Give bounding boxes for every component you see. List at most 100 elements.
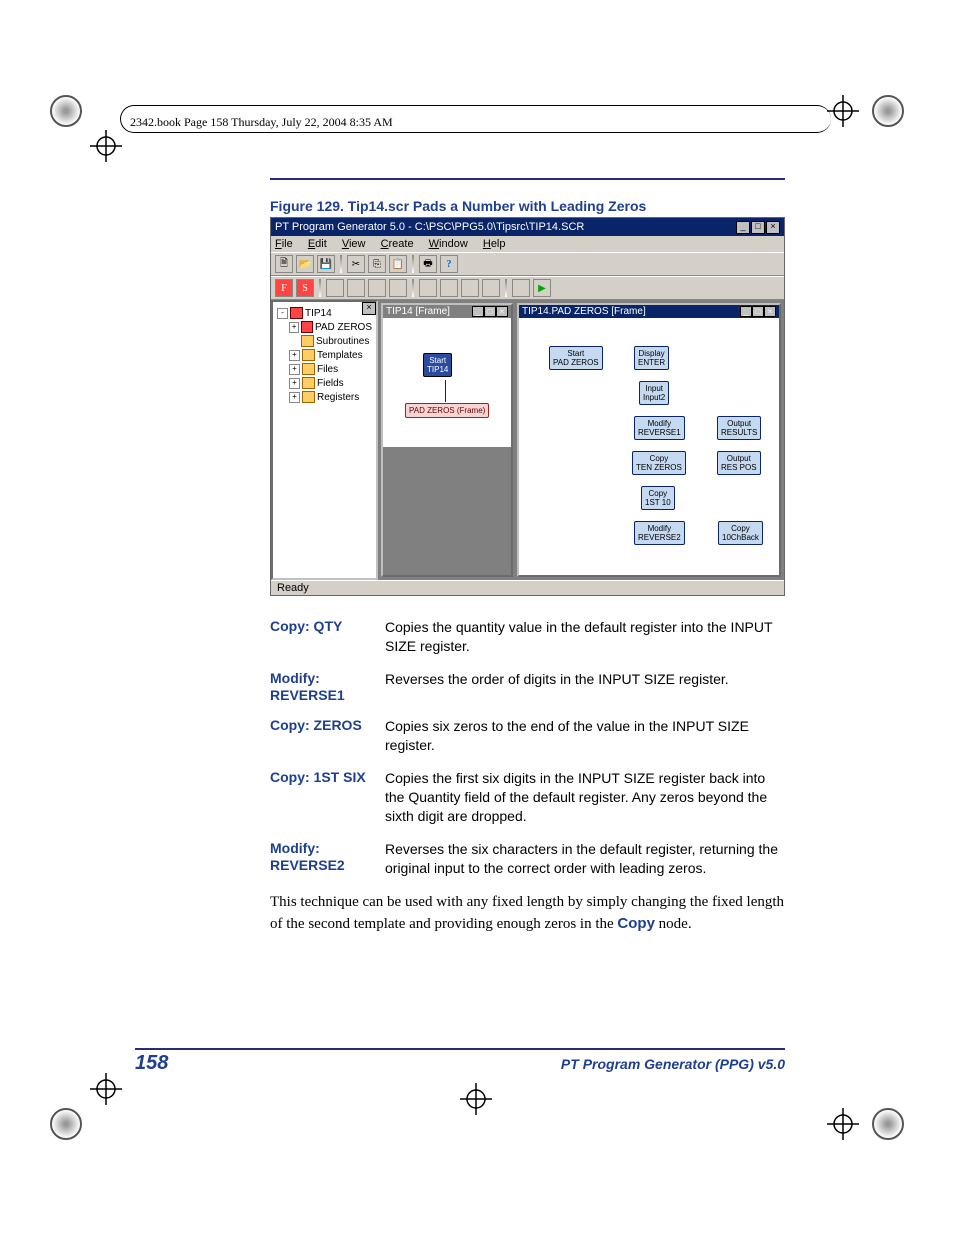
main-content-area: Figure 129. Tip14.scr Pads a Number with…	[270, 178, 785, 936]
toolbar-f-icon[interactable]: F	[275, 279, 293, 297]
expand-icon[interactable]: +	[289, 378, 300, 389]
toolbar-2[interactable]: F S ▶	[271, 276, 784, 300]
toolbar-new-icon[interactable]: 🗎	[275, 255, 293, 273]
tree-root: - TIP14	[277, 306, 372, 320]
definition-row: Modify: REVERSE1 Reverses the order of d…	[270, 670, 785, 704]
tree-item-label[interactable]: Subroutines	[316, 336, 369, 347]
app-titlebar[interactable]: PT Program Generator 5.0 - C:\PSC\PPG5.0…	[271, 218, 784, 236]
toolbar-btn-icon[interactable]	[326, 279, 344, 297]
flow-node-modify-reverse1[interactable]: ModifyREVERSE1	[634, 416, 685, 440]
folder-icon	[301, 335, 314, 347]
child-window-1-body[interactable]: StartTIP14 PAD ZEROS (Frame)	[383, 318, 511, 447]
menu-create[interactable]: Create	[381, 238, 414, 250]
flow-node-copy-1st10[interactable]: Copy1ST 10	[641, 486, 675, 510]
minimize-icon[interactable]: _	[740, 306, 752, 317]
panel-close-icon[interactable]: ×	[362, 302, 376, 315]
expand-icon[interactable]: +	[289, 322, 299, 333]
registration-mark-icon	[90, 130, 122, 162]
frame-icon	[301, 321, 313, 333]
toolbar-btn-icon[interactable]	[512, 279, 530, 297]
expand-icon[interactable]: -	[277, 308, 288, 319]
close-icon[interactable]: ×	[764, 306, 776, 317]
printers-mark-decoration	[872, 95, 904, 127]
menu-window[interactable]: Window	[429, 238, 468, 250]
window-controls[interactable]: _□×	[740, 306, 776, 317]
tree-item-label[interactable]: Templates	[317, 350, 363, 361]
child-window-1[interactable]: TIP14 [Frame] _□× StartTIP14 PAD ZEROS (F…	[381, 303, 513, 577]
definition-row: Copy: ZEROS Copies six zeros to the end …	[270, 717, 785, 755]
flow-node-start[interactable]: StartTIP14	[423, 353, 452, 377]
registration-mark-icon	[90, 1073, 122, 1105]
window-controls[interactable]: _□×	[472, 306, 508, 317]
expand-icon[interactable]: +	[289, 392, 300, 403]
toolbar-separator	[340, 255, 342, 273]
body-text-post: node.	[655, 916, 692, 932]
menu-help[interactable]: Help	[483, 238, 506, 250]
child-window-2-title: TIP14.PAD ZEROS [Frame] _□×	[519, 305, 779, 318]
window-controls[interactable]: _□×	[735, 220, 780, 234]
flow-node-display-enter[interactable]: DisplayENTER	[634, 346, 669, 370]
flow-node-output-respos[interactable]: OutputRES POS	[717, 451, 761, 475]
flow-connector	[445, 380, 446, 402]
expand-icon[interactable]: +	[289, 364, 300, 375]
toolbar-cut-icon[interactable]: ✂	[347, 255, 365, 273]
menu-view[interactable]: View	[342, 238, 366, 250]
maximize-icon[interactable]: □	[751, 221, 765, 234]
tree-item: + PAD ZEROS	[277, 320, 372, 334]
toolbar-separator	[319, 279, 321, 297]
toolbar-btn-icon[interactable]	[440, 279, 458, 297]
minimize-icon[interactable]: _	[736, 221, 750, 234]
toolbar-btn-icon[interactable]	[419, 279, 437, 297]
tree-item-label[interactable]: PAD ZEROS	[315, 322, 372, 333]
close-icon[interactable]: ×	[766, 221, 780, 234]
definition-text: Copies six zeros to the end of the value…	[385, 717, 785, 755]
toolbar-btn-icon[interactable]	[482, 279, 500, 297]
tree-root-label[interactable]: TIP14	[305, 308, 332, 319]
child-window-1-title-text: TIP14 [Frame]	[386, 306, 450, 317]
page-footer: 158 PT Program Generator (PPG) v5.0	[135, 1048, 785, 1075]
definition-text: Copies the quantity value in the default…	[385, 618, 785, 656]
flow-node-copy-10chback[interactable]: Copy10ChBack	[718, 521, 763, 545]
definition-term: Modify: REVERSE1	[270, 670, 385, 704]
toolbar-s-icon[interactable]: S	[296, 279, 314, 297]
flow-node-start-padzeros[interactable]: StartPAD ZEROS	[549, 346, 603, 370]
tree-panel[interactable]: × - TIP14 + PAD ZEROS Subroutines + Templat…	[271, 300, 378, 580]
menu-bar[interactable]: File Edit View Create Window Help	[271, 236, 784, 252]
minimize-icon[interactable]: _	[472, 306, 484, 317]
toolbar-paste-icon[interactable]: 📋	[389, 255, 407, 273]
flow-node-copy-tenzeros[interactable]: CopyTEN ZEROS	[632, 451, 686, 475]
flow-node-modify-reverse2[interactable]: ModifyREVERSE2	[634, 521, 685, 545]
status-text: Ready	[277, 582, 309, 594]
toolbar-print-icon[interactable]: 🖶	[419, 255, 437, 273]
menu-file[interactable]: File	[275, 238, 293, 250]
toolbar-btn-icon[interactable]	[389, 279, 407, 297]
flow-node-padzeros-frame[interactable]: PAD ZEROS (Frame)	[405, 403, 489, 418]
toolbar-open-icon[interactable]: 📂	[296, 255, 314, 273]
tree-item-label[interactable]: Fields	[317, 378, 344, 389]
flow-node-input[interactable]: InputInput2	[639, 381, 669, 405]
child-window-2-body[interactable]: StartPAD ZEROS DisplayENTER InputInput2 …	[519, 318, 779, 575]
maximize-icon[interactable]: □	[752, 306, 764, 317]
toolbar-copy-icon[interactable]: ⎘	[368, 255, 386, 273]
toolbar-help-icon[interactable]: ?	[440, 255, 458, 273]
flow-node-output-results[interactable]: OutputRESULTS	[717, 416, 761, 440]
frame-icon	[290, 307, 303, 319]
toolbar-btn-icon[interactable]	[368, 279, 386, 297]
workspace: × - TIP14 + PAD ZEROS Subroutines + Templat…	[271, 300, 784, 580]
tree-item: + Registers	[277, 390, 372, 404]
definition-list: Copy: QTY Copies the quantity value in t…	[270, 618, 785, 878]
toolbar-save-icon[interactable]: 💾	[317, 255, 335, 273]
child-window-2[interactable]: TIP14.PAD ZEROS [Frame] _□× StartPAD ZERO…	[517, 303, 781, 577]
tree-item-label[interactable]: Files	[317, 364, 338, 375]
maximize-icon[interactable]: □	[484, 306, 496, 317]
toolbar-1[interactable]: 🗎 📂 💾 ✂ ⎘ 📋 🖶 ?	[271, 252, 784, 276]
menu-edit[interactable]: Edit	[308, 238, 327, 250]
child-window-2-title-text: TIP14.PAD ZEROS [Frame]	[522, 306, 646, 317]
close-icon[interactable]: ×	[496, 306, 508, 317]
body-text-pre: This technique can be used with any fixe…	[270, 894, 784, 933]
toolbar-btn-icon[interactable]	[461, 279, 479, 297]
expand-icon[interactable]: +	[289, 350, 300, 361]
toolbar-btn-icon[interactable]	[347, 279, 365, 297]
toolbar-run-icon[interactable]: ▶	[533, 279, 551, 297]
tree-item-label[interactable]: Registers	[317, 392, 359, 403]
